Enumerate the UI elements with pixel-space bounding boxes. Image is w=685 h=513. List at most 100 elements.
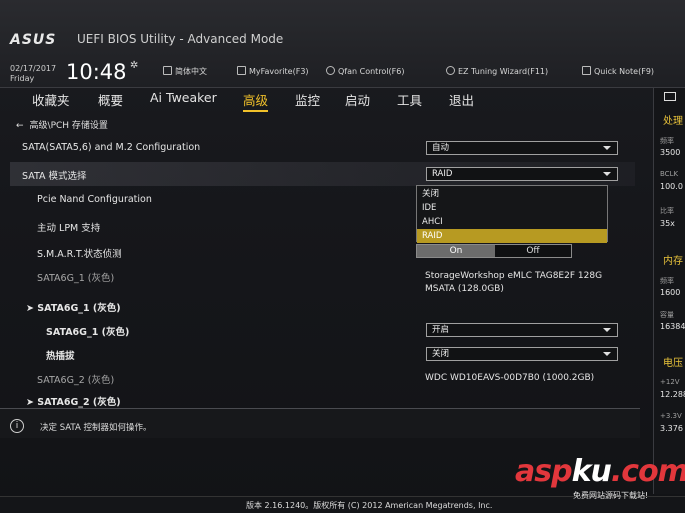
setting-row-sata6g2-info: SATA6G_2 (灰色) WDC WD10EAVS-00D7B0 (1000.… bbox=[10, 366, 635, 390]
help-bar: i 决定 SATA 控制器如何操作。 bbox=[0, 408, 640, 438]
menu-boot[interactable]: 启动 bbox=[345, 90, 370, 109]
hw-volt-title: 电压 bbox=[663, 358, 683, 369]
hotplug-dropdown[interactable]: 关闭 bbox=[426, 347, 618, 361]
sata-config-value: 自动 bbox=[432, 143, 450, 153]
chevron-right-icon: ➤ bbox=[26, 303, 38, 314]
sata6g2-group-label: ➤ SATA6G_2 (灰色) bbox=[26, 394, 121, 408]
pcie-nand-label: Pcie Nand Configuration bbox=[37, 194, 152, 205]
sata6g1-enable-value: 开启 bbox=[432, 325, 450, 335]
hw-freq-label: 频率 bbox=[660, 137, 674, 145]
chevron-down-icon bbox=[603, 146, 611, 150]
watermark: aspku.com 免费网站源码下载站! bbox=[515, 454, 685, 500]
watermark-subtitle: 免费网站源码下载站! bbox=[573, 491, 649, 500]
sata6g2-info-label: SATA6G_2 (灰色) bbox=[37, 375, 115, 386]
menu-exit[interactable]: 退出 bbox=[449, 90, 474, 109]
fan-icon bbox=[326, 66, 335, 75]
version-text: 版本 2.16.1240。版权所有 (C) 2012 American Mega… bbox=[246, 501, 493, 510]
hw-ratio-label: 比率 bbox=[660, 207, 674, 215]
menu-monitor[interactable]: 监控 bbox=[295, 90, 320, 109]
chevron-down-icon bbox=[603, 172, 611, 176]
sata-config-dropdown[interactable]: 自动 bbox=[426, 141, 618, 155]
watermark-part-c: .com bbox=[610, 454, 685, 489]
sata-mode-option-off[interactable]: 关闭 bbox=[417, 187, 607, 201]
sata-mode-dropdown[interactable]: RAID bbox=[426, 167, 618, 181]
time-display: 10:48 bbox=[66, 60, 127, 84]
watermark-logo: aspku.com bbox=[515, 454, 685, 489]
sata-mode-options-popup: 关闭 IDE AHCI RAID bbox=[416, 185, 608, 243]
sata-mode-option-ide[interactable]: IDE bbox=[417, 201, 607, 215]
note-icon bbox=[582, 66, 591, 75]
myfavorite-button[interactable]: MyFavorite(F3) bbox=[237, 66, 309, 76]
quick-note-button[interactable]: Quick Note(F9) bbox=[582, 66, 654, 76]
watermark-part-a: asp bbox=[515, 454, 573, 489]
sata6g2-device: WDC WD10EAVS-00D7B0 (1000.2GB) bbox=[425, 373, 595, 383]
info-icon: i bbox=[10, 419, 24, 433]
header-bar: ASUS UEFI BIOS Utility - Advanced Mode 0… bbox=[0, 0, 685, 88]
hw-33v-value: 3.376 bbox=[660, 424, 683, 433]
sata6g1-device: StorageWorkshop eMLC TAG8E2F 128G MSATA … bbox=[425, 270, 602, 296]
hw-bclk-label: BCLK bbox=[660, 170, 679, 178]
ez-tuning-button[interactable]: EZ Tuning Wizard(F11) bbox=[446, 66, 548, 76]
monitor-icon bbox=[664, 92, 676, 101]
bios-screen: ASUS UEFI BIOS Utility - Advanced Mode 0… bbox=[0, 0, 685, 513]
language-label: 简体中文 bbox=[175, 67, 207, 76]
setting-row-sata-config[interactable]: SATA(SATA5,6) and M.2 Configuration 自动 bbox=[10, 136, 635, 160]
qfan-button[interactable]: Qfan Control(F6) bbox=[326, 66, 404, 76]
breadcrumb[interactable]: ← 高级\PCH 存储设置 bbox=[16, 118, 108, 131]
lpm-label: 主动 LPM 支持 bbox=[37, 223, 101, 234]
hotplug-label: 热插拔 bbox=[46, 351, 75, 362]
setting-row-sata6g1-sub[interactable]: SATA6G_1 (灰色) 开启 bbox=[10, 318, 635, 342]
hw-ratio-value: 35x bbox=[660, 219, 675, 228]
menu-main[interactable]: 概要 bbox=[98, 90, 123, 109]
sata6g1-enable-dropdown[interactable]: 开启 bbox=[426, 323, 618, 337]
hw-mem-cap-label: 容量 bbox=[660, 311, 674, 319]
sata-mode-option-raid[interactable]: RAID bbox=[417, 229, 607, 243]
back-arrow-icon[interactable]: ← bbox=[16, 121, 24, 131]
sata6g2-group-text: SATA6G_2 (灰色) bbox=[37, 397, 121, 408]
language-button[interactable]: 简体中文 bbox=[163, 66, 207, 77]
smart-label: S.M.A.R.T.状态侦测 bbox=[37, 249, 122, 260]
menu-advanced[interactable]: 高级 bbox=[243, 90, 269, 112]
menu-ai-tweaker[interactable]: Ai Tweaker bbox=[150, 90, 217, 105]
sata-mode-option-ahci[interactable]: AHCI bbox=[417, 215, 607, 229]
hw-bclk-value: 100.0 bbox=[660, 182, 683, 191]
smart-on-option[interactable]: On bbox=[417, 245, 495, 257]
asus-logo: ASUS bbox=[10, 32, 57, 48]
smart-toggle[interactable]: On Off bbox=[416, 244, 572, 258]
chevron-down-icon bbox=[603, 352, 611, 356]
sata-config-label: SATA(SATA5,6) and M.2 Configuration bbox=[22, 142, 201, 153]
qfan-label: Qfan Control(F6) bbox=[338, 67, 405, 76]
sata-mode-label: SATA 模式选择 bbox=[22, 171, 87, 182]
hw-mem-cap-value: 16384 bbox=[660, 322, 685, 331]
sata6g1-device-line1: StorageWorkshop eMLC TAG8E2F 128G bbox=[425, 271, 603, 281]
hw-freq-value: 3500 bbox=[660, 148, 681, 157]
date-display: 02/17/2017 Friday bbox=[10, 64, 56, 84]
settings-list: SATA(SATA5,6) and M.2 Configuration 自动 S… bbox=[10, 136, 640, 408]
sata6g1-group-label: ➤ SATA6G_1 (灰色) bbox=[26, 300, 121, 314]
day-text: Friday bbox=[10, 74, 35, 83]
watermark-part-b: ku bbox=[571, 454, 612, 489]
help-text: 决定 SATA 控制器如何操作。 bbox=[40, 423, 152, 433]
sata-mode-value: RAID bbox=[432, 169, 453, 179]
smart-off-option[interactable]: Off bbox=[495, 245, 571, 257]
globe-icon bbox=[163, 66, 172, 75]
hw-cpu-title: 处理 bbox=[663, 116, 683, 127]
setting-row-hotplug[interactable]: 热插拔 关闭 bbox=[10, 342, 635, 366]
favorite-icon bbox=[237, 66, 246, 75]
hardware-monitor-panel: 处理 频率 3500 BCLK 100.0 比率 35x 内存 频率 1600 … bbox=[653, 88, 685, 494]
hw-mem-freq-value: 1600 bbox=[660, 288, 681, 297]
hw-12v-label: +12V bbox=[660, 378, 680, 386]
hw-mem-title: 内存 bbox=[663, 256, 683, 267]
hotplug-value: 关闭 bbox=[432, 349, 450, 359]
setting-row-sata-mode[interactable]: SATA 模式选择 RAID bbox=[10, 162, 635, 186]
hw-33v-label: +3.3V bbox=[660, 412, 682, 420]
gear-icon[interactable]: ✲ bbox=[130, 60, 138, 71]
sata6g1-group-text: SATA6G_1 (灰色) bbox=[37, 303, 121, 314]
menu-favorites[interactable]: 收藏夹 bbox=[32, 90, 70, 109]
setting-row-sata6g1-group[interactable]: ➤ SATA6G_1 (灰色) bbox=[10, 294, 635, 318]
sata6g1-sub-label: SATA6G_1 (灰色) bbox=[46, 327, 130, 338]
main-menu: 收藏夹 概要 Ai Tweaker 高级 监控 启动 工具 退出 bbox=[0, 88, 640, 112]
chevron-right-icon: ➤ bbox=[26, 397, 38, 408]
wizard-icon bbox=[446, 66, 455, 75]
menu-tool[interactable]: 工具 bbox=[397, 90, 422, 109]
